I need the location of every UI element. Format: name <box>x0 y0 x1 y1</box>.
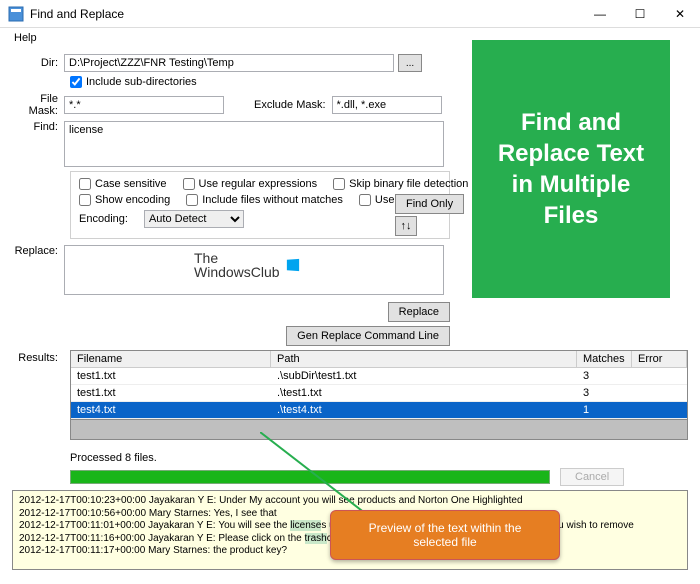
minimize-button[interactable]: — <box>580 0 620 28</box>
skip-binary-label: Skip binary file detection <box>349 178 468 190</box>
results-label: Results: <box>12 352 64 364</box>
use-escape-checkbox[interactable] <box>359 194 371 206</box>
col-matches[interactable]: Matches <box>577 351 632 367</box>
window-controls: — ☐ ✕ <box>580 0 700 28</box>
app-icon <box>8 6 24 22</box>
results-scrollbar-area[interactable] <box>71 419 687 439</box>
menu-help[interactable]: Help <box>8 30 43 46</box>
show-encoding-checkbox[interactable] <box>79 194 91 206</box>
progress-status: Processed 8 files. <box>70 452 157 464</box>
table-row[interactable]: test1.txt.\subDir\test1.txt3 <box>71 368 687 385</box>
col-error[interactable]: Error <box>632 351 687 367</box>
swap-button[interactable]: ↑↓ <box>395 216 417 236</box>
case-sensitive-label: Case sensitive <box>95 178 167 190</box>
include-subdirs-label: Include sub-directories <box>86 76 197 88</box>
include-nomatch-checkbox[interactable] <box>186 194 198 206</box>
encoding-label: Encoding: <box>79 213 128 225</box>
window-title: Find and Replace <box>30 7 124 21</box>
browse-button[interactable]: ... <box>398 54 422 72</box>
flag-icon <box>286 258 300 272</box>
progress-bar <box>70 470 550 484</box>
dir-input[interactable] <box>64 54 394 72</box>
close-button[interactable]: ✕ <box>660 0 700 28</box>
filemask-label: File Mask: <box>12 93 64 117</box>
regex-label: Use regular expressions <box>199 178 318 190</box>
col-filename[interactable]: Filename <box>71 351 271 367</box>
maximize-button[interactable]: ☐ <box>620 0 660 28</box>
find-textarea[interactable] <box>64 121 444 167</box>
filemask-input[interactable] <box>64 96 224 114</box>
cancel-button[interactable]: Cancel <box>560 468 624 486</box>
replace-label: Replace: <box>12 245 64 257</box>
encoding-select[interactable]: Auto Detect <box>144 210 244 228</box>
options-group: Case sensitive Use regular expressions S… <box>70 171 450 239</box>
excludemask-label: Exclude Mask: <box>254 99 326 111</box>
table-row[interactable]: test4.txt.\test4.txt1 <box>71 402 687 419</box>
excludemask-input[interactable] <box>332 96 442 114</box>
replace-button[interactable]: Replace <box>388 302 450 322</box>
dir-label: Dir: <box>12 57 64 69</box>
gen-cmd-button[interactable]: Gen Replace Command Line <box>286 326 450 346</box>
results-table: Filename Path Matches Error test1.txt.\s… <box>70 350 688 440</box>
include-nomatch-label: Include files without matches <box>202 194 343 206</box>
skip-binary-checkbox[interactable] <box>333 178 345 190</box>
find-label: Find: <box>12 121 64 133</box>
col-path[interactable]: Path <box>271 351 577 367</box>
show-encoding-label: Show encoding <box>95 194 170 206</box>
find-only-button[interactable]: Find Only <box>395 194 464 214</box>
titlebar: Find and Replace — ☐ ✕ <box>0 0 700 28</box>
banner-overlay: Find and Replace Text in Multiple Files <box>472 40 670 298</box>
preview-line: 2012-12-17T00:10:23+00:00 Jayakaran Y E:… <box>19 495 681 508</box>
windowsclub-logo: TheWindowsClub <box>194 251 300 279</box>
table-row[interactable]: test1.txt.\test1.txt3 <box>71 385 687 402</box>
include-subdirs-checkbox[interactable] <box>70 76 82 88</box>
results-header: Filename Path Matches Error <box>71 351 687 368</box>
regex-checkbox[interactable] <box>183 178 195 190</box>
case-sensitive-checkbox[interactable] <box>79 178 91 190</box>
callout-box: Preview of the text within the selected … <box>330 510 560 560</box>
